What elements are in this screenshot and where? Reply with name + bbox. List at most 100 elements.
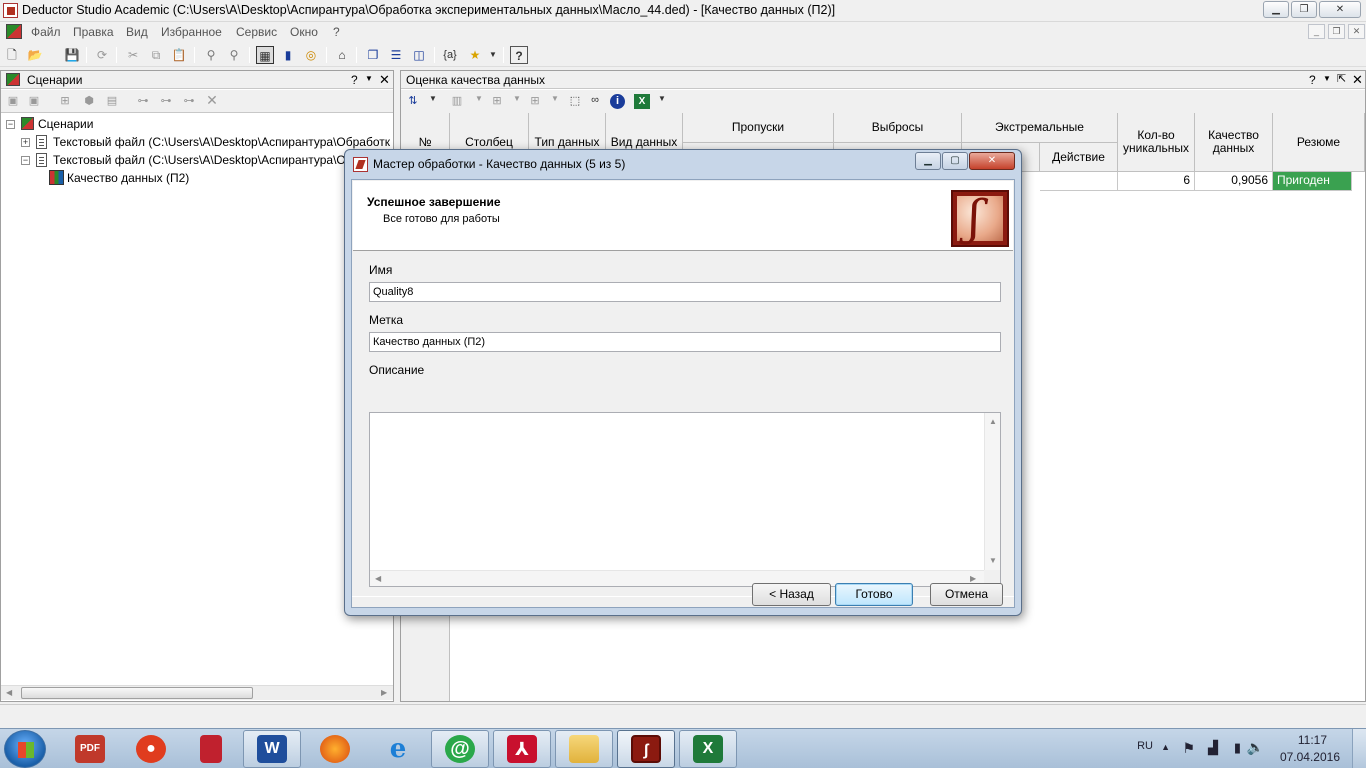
description-textarea[interactable]: ▲ ▼ ◀ ▶: [369, 412, 1001, 587]
taskbar-ie[interactable]: e: [369, 730, 427, 768]
menu-window[interactable]: Окно: [290, 25, 318, 39]
expand-icon[interactable]: +: [21, 138, 30, 147]
col-header-outliers[interactable]: Выбросы: [834, 113, 962, 143]
scenarios-panel-icon[interactable]: ▦: [256, 46, 274, 64]
filter-icon[interactable]: ⊞: [489, 94, 505, 108]
table-cell-unique-count[interactable]: 6: [1118, 172, 1195, 191]
process-icon[interactable]: ⬢: [81, 94, 97, 108]
restore-button[interactable]: ❐: [1291, 1, 1317, 18]
back-button[interactable]: < Назад: [752, 583, 831, 606]
col-header-action[interactable]: Действие: [1040, 143, 1118, 172]
pane-close-icon[interactable]: ✕: [1352, 72, 1363, 88]
description-vscrollbar[interactable]: ▲ ▼: [984, 413, 1000, 571]
action-center-icon[interactable]: ⚑: [1182, 740, 1195, 757]
taskbar-explorer[interactable]: [555, 730, 613, 768]
clock-time[interactable]: 11:17: [1298, 733, 1327, 747]
pane-menu-chevron-down-icon[interactable]: ▼: [365, 74, 373, 83]
deductor-app-icon[interactable]: [3, 3, 18, 18]
scroll-right-icon[interactable]: ▶: [970, 574, 976, 583]
show-desktop-button[interactable]: [1352, 729, 1366, 768]
chevron-down-icon[interactable]: ▼: [509, 94, 525, 108]
wizard-icon[interactable]: ▣: [5, 94, 21, 108]
mdi-close-button[interactable]: ✕: [1348, 24, 1365, 39]
scroll-thumb[interactable]: [21, 687, 253, 699]
name-field[interactable]: Quality8: [369, 282, 1001, 302]
book-icon[interactable]: ▮: [279, 46, 297, 64]
save-icon[interactable]: 💾: [63, 46, 81, 64]
table-cell-summary[interactable]: Пригоден: [1273, 172, 1352, 191]
menu-help[interactable]: ?: [333, 25, 340, 39]
variables-icon[interactable]: {a}: [441, 46, 459, 64]
histogram-icon[interactable]: ▥: [449, 94, 465, 108]
cut-icon[interactable]: ✂: [124, 46, 142, 64]
help-icon[interactable]: ?: [510, 46, 528, 64]
pane-help-button[interactable]: ?: [351, 73, 358, 87]
cursor-icon[interactable]: ⬚: [567, 94, 583, 108]
tile-vertical-icon[interactable]: ◫: [410, 46, 428, 64]
open-folder-icon[interactable]: 📂: [26, 46, 44, 64]
tree-collapse-icon[interactable]: ⊶: [158, 94, 174, 108]
tree-node-root[interactable]: − Сценарии: [5, 115, 390, 133]
col-header-quality[interactable]: Качество данных: [1195, 113, 1273, 172]
mdi-minimize-button[interactable]: _: [1308, 24, 1325, 39]
columns-icon[interactable]: ⊞: [527, 94, 543, 108]
chevron-down-icon[interactable]: ▼: [654, 94, 670, 108]
scroll-down-icon[interactable]: ▼: [989, 556, 997, 565]
cascade-icon[interactable]: ❐: [364, 46, 382, 64]
find-next-icon[interactable]: ⚲: [225, 46, 243, 64]
col-header-extremes[interactable]: Экстремальные: [962, 113, 1118, 143]
tile-horizontal-icon[interactable]: ☰: [387, 46, 405, 64]
collapse-icon[interactable]: −: [6, 120, 15, 129]
taskbar-firefox[interactable]: [306, 730, 364, 768]
menu-favorites[interactable]: Избранное: [161, 25, 222, 39]
chevron-down-icon[interactable]: ▼: [547, 94, 563, 108]
taskbar-mail-agent[interactable]: @: [431, 730, 489, 768]
language-indicator[interactable]: RU: [1137, 740, 1153, 752]
taskbar-deductor[interactable]: ʃ: [617, 730, 675, 768]
info-icon[interactable]: i: [610, 94, 625, 109]
home-icon[interactable]: ⌂: [333, 46, 351, 64]
taskbar-reader[interactable]: ●: [122, 730, 180, 768]
chevron-down-icon[interactable]: ▼: [484, 46, 502, 64]
find-icon[interactable]: ⚲: [202, 46, 220, 64]
delete-icon[interactable]: ✕: [204, 92, 220, 108]
configure-icon[interactable]: ▣: [26, 94, 42, 108]
tree-node-textfile-1[interactable]: + Текстовый файл (C:\Users\A\Desktop\Асп…: [5, 133, 390, 151]
menu-edit[interactable]: Правка: [73, 25, 114, 39]
taskbar-excel[interactable]: X: [679, 730, 737, 768]
power-icon[interactable]: ▮: [1234, 740, 1241, 756]
start-button[interactable]: [4, 730, 46, 768]
taskbar-pdf-converter[interactable]: PDF: [61, 730, 119, 768]
tree-expand-icon[interactable]: ⊶: [135, 94, 151, 108]
chevron-down-icon[interactable]: ▼: [425, 94, 441, 108]
stop-icon[interactable]: ◎: [302, 46, 320, 64]
chevron-down-icon[interactable]: ▼: [471, 94, 487, 108]
table-cell-action[interactable]: [1040, 172, 1118, 191]
close-button[interactable]: ✕: [1319, 1, 1361, 18]
pane-menu-chevron-down-icon[interactable]: ▼: [1323, 74, 1331, 83]
visualize-icon[interactable]: ▤: [104, 94, 120, 108]
taskbar-word[interactable]: W: [243, 730, 301, 768]
dialog-minimize-button[interactable]: ▁: [915, 152, 941, 170]
col-header-gaps[interactable]: Пропуски: [683, 113, 834, 143]
excel-export-icon[interactable]: X: [634, 94, 650, 109]
tree-node-textfile-2[interactable]: − Текстовый файл (C:\Users\A\Desktop\Асп…: [5, 151, 390, 169]
tree-link-icon[interactable]: ⊶: [181, 94, 197, 108]
copy-icon[interactable]: ⧉: [147, 46, 165, 64]
document-icon[interactable]: [6, 24, 22, 39]
volume-icon[interactable]: 🔈: [1247, 739, 1264, 756]
refresh-icon[interactable]: ⟳: [93, 46, 111, 64]
scroll-up-icon[interactable]: ▲: [989, 417, 997, 426]
clock-date[interactable]: 07.04.2016: [1280, 750, 1340, 764]
import-icon[interactable]: ⊞: [57, 94, 73, 108]
pane-close-icon[interactable]: ✕: [379, 72, 390, 88]
mdi-restore-button[interactable]: ❐: [1328, 24, 1345, 39]
minimize-button[interactable]: ▁: [1263, 1, 1289, 18]
tray-expand-icon[interactable]: ▲: [1161, 742, 1170, 752]
tag-field[interactable]: Качество данных (П2): [369, 332, 1001, 352]
paste-icon[interactable]: 📋: [170, 46, 188, 64]
scroll-right-icon[interactable]: ▶: [381, 688, 387, 697]
dialog-maximize-button[interactable]: ▢: [942, 152, 968, 170]
taskbar-acrobat[interactable]: ⅄: [493, 730, 551, 768]
glasses-icon[interactable]: ∞: [587, 94, 603, 108]
